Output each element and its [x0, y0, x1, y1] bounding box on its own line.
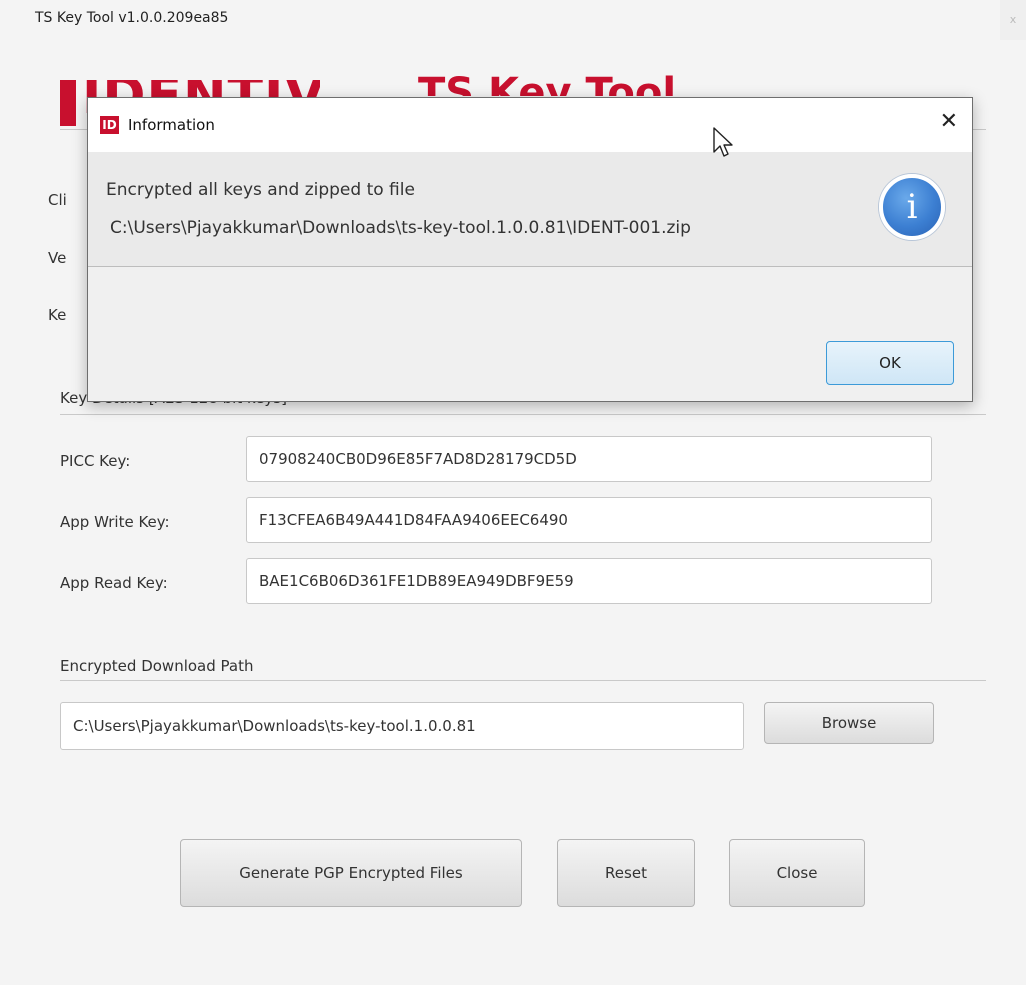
version-label-partial: Ve	[48, 249, 67, 267]
mouse-cursor-icon	[713, 127, 733, 157]
client-label-partial: Cli	[48, 191, 67, 209]
ok-button[interactable]: OK	[826, 341, 954, 385]
dialog-divider	[88, 266, 972, 267]
app-read-key-field[interactable]: BAE1C6B06D361FE1DB89EA949DBF9E59	[246, 558, 932, 604]
dialog-titlebar: ID Information ✕	[88, 98, 972, 152]
dialog-close-icon[interactable]: ✕	[940, 111, 958, 133]
dialog-title: Information	[128, 116, 215, 134]
picc-key-label: PICC Key:	[60, 452, 131, 470]
app-heading: TS Key Tool	[418, 66, 738, 96]
browse-button[interactable]: Browse	[764, 702, 934, 744]
dialog-message-path: C:\Users\Pjayakkumar\Downloads\ts-key-to…	[110, 218, 691, 238]
download-section-title: Encrypted Download Path	[60, 657, 254, 675]
key-details-divider	[60, 414, 986, 415]
window-titlebar: TS Key Tool v1.0.0.209ea85 x	[0, 0, 1026, 44]
close-button[interactable]: Close	[729, 839, 865, 907]
logo-bar	[60, 80, 76, 126]
dialog-message-line1: Encrypted all keys and zipped to file	[106, 180, 415, 200]
download-divider	[60, 680, 986, 681]
app-write-key-label: App Write Key:	[60, 513, 170, 531]
generate-pgp-button[interactable]: Generate PGP Encrypted Files	[180, 839, 522, 907]
app-read-key-label: App Read Key:	[60, 574, 168, 592]
window-close-button[interactable]: x	[1000, 0, 1026, 40]
dialog-content: Encrypted all keys and zipped to file C:…	[88, 152, 972, 266]
window-title: TS Key Tool v1.0.0.209ea85	[35, 10, 229, 26]
information-dialog: ID Information ✕ Encrypted all keys and …	[87, 97, 973, 402]
identiv-app-icon: ID	[100, 116, 119, 134]
app-heading-text: TS Key Tool	[418, 70, 677, 96]
key-label-partial: Ke	[48, 306, 67, 324]
picc-key-field[interactable]: 07908240CB0D96E85F7AD8D28179CD5D	[246, 436, 932, 482]
app-write-key-field[interactable]: F13CFEA6B49A441D84FAA9406EEC6490	[246, 497, 932, 543]
download-path-field[interactable]: C:\Users\Pjayakkumar\Downloads\ts-key-to…	[60, 702, 744, 750]
reset-button[interactable]: Reset	[557, 839, 695, 907]
info-icon: i	[879, 174, 945, 240]
